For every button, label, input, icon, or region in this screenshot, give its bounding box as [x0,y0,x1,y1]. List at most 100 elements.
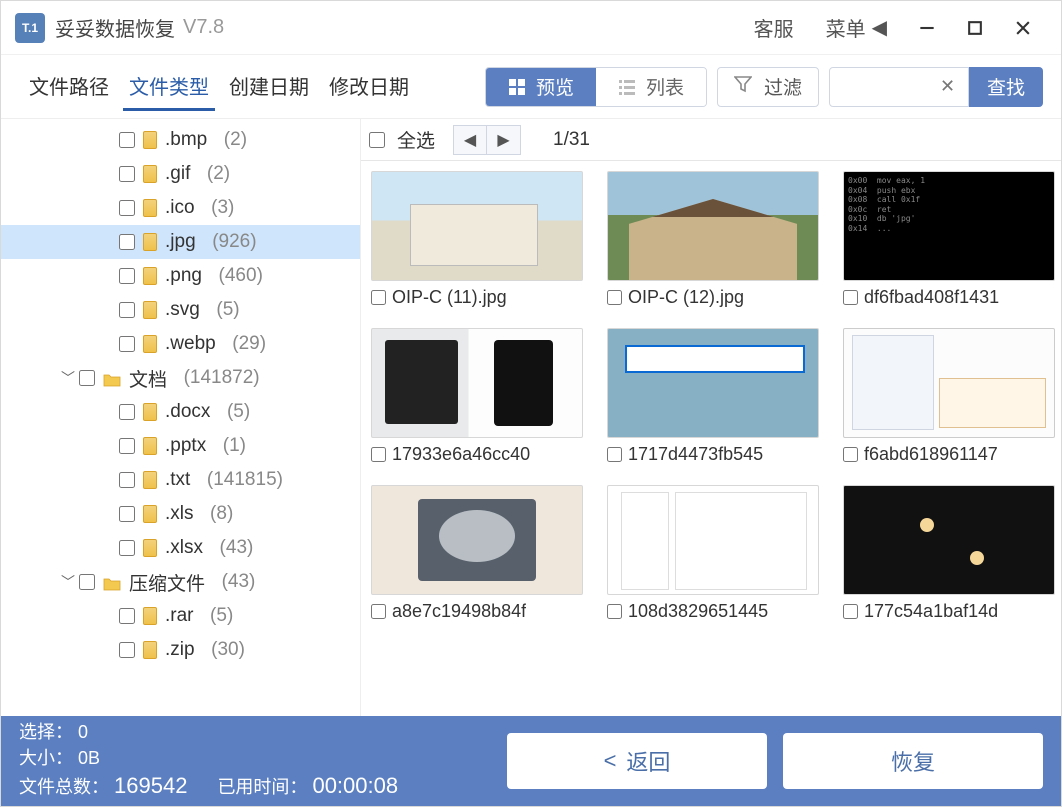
file-card[interactable]: 177c54a1baf14d [843,485,1055,622]
tree-checkbox[interactable] [119,268,135,284]
tree-checkbox[interactable] [119,506,135,522]
thumbnail[interactable] [371,328,583,438]
thumbnail[interactable] [607,171,819,281]
page-next-button[interactable]: ▶ [487,125,521,155]
tree-count: (5) [206,299,240,321]
elapsed-value: 00:00:08 [312,773,398,798]
file-checkbox[interactable] [843,290,858,305]
search-input[interactable] [838,78,938,96]
file-checkbox[interactable] [607,447,622,462]
tree-checkbox[interactable] [79,574,95,590]
file-card[interactable]: 1717d4473fb545 [607,328,819,465]
tree-folder[interactable]: ﹀文档 (141872) [1,361,360,395]
tab-modified-date[interactable]: 修改日期 [323,63,415,111]
app-logo: T.1 [15,13,45,43]
thumbnail[interactable] [371,485,583,595]
tree-item[interactable]: .rar (5) [1,599,360,633]
file-icon [143,165,157,183]
tree-checkbox[interactable] [119,642,135,658]
tree-checkbox[interactable] [79,370,95,386]
file-card[interactable]: 17933e6a46cc40 [371,328,583,465]
tree-item[interactable]: .svg (5) [1,293,360,327]
support-button[interactable]: 客服 [738,13,810,42]
page-indicator: 1/31 [553,129,590,151]
clear-search-icon[interactable]: ✕ [938,76,957,97]
chevron-down-icon[interactable]: ﹀ [61,368,79,388]
chevron-down-icon[interactable]: ﹀ [61,572,79,592]
tree-checkbox[interactable] [119,540,135,556]
tree-item[interactable]: .png (460) [1,259,360,293]
tree-checkbox[interactable] [119,234,135,250]
close-button[interactable] [999,8,1047,48]
tab-created-date[interactable]: 创建日期 [223,63,315,111]
tree-checkbox[interactable] [119,438,135,454]
thumbnail[interactable]: 0x00 mov eax, 1 0x04 push ebx 0x08 call … [843,171,1055,281]
view-list-button[interactable]: 列表 [596,68,706,106]
tree-item[interactable]: .gif (2) [1,157,360,191]
tree-checkbox[interactable] [119,404,135,420]
tree-item[interactable]: .xlsx (43) [1,531,360,565]
file-card[interactable]: a8e7c19498b84f [371,485,583,622]
search-button[interactable]: 查找 [969,67,1043,107]
tree-item[interactable]: .jpg (926) [1,225,360,259]
thumbnail[interactable] [607,485,819,595]
tree-checkbox[interactable] [119,608,135,624]
titlebar: T.1 妥妥数据恢复 V7.8 客服 菜单 ◀ [1,1,1061,55]
view-preview-label: 预览 [536,73,574,100]
total-label: 文件总数： [19,777,109,797]
filter-button[interactable]: 过滤 [717,67,819,107]
funnel-icon [734,75,752,99]
file-checkbox[interactable] [843,447,858,462]
tab-file-path[interactable]: 文件路径 [23,63,115,111]
tree-checkbox[interactable] [119,302,135,318]
file-checkbox[interactable] [371,447,386,462]
file-card[interactable]: OIP-C (12).jpg [607,171,819,308]
file-card[interactable]: OIP-C (11).jpg [371,171,583,308]
thumbnail[interactable] [843,485,1055,595]
menu-button[interactable]: 菜单 ◀ [810,13,903,42]
list-header: 全选 ◀ ▶ 1/31 [361,119,1061,161]
tree-label: .svg [165,299,200,321]
file-checkbox[interactable] [371,290,386,305]
maximize-button[interactable] [951,8,999,48]
recover-button[interactable]: 恢复 [783,733,1043,789]
minimize-button[interactable] [903,8,951,48]
tree-checkbox[interactable] [119,166,135,182]
tree-item[interactable]: .txt (141815) [1,463,360,497]
tree-item[interactable]: .webp (29) [1,327,360,361]
select-all-checkbox[interactable] [369,132,385,148]
size-value: 0B [78,748,100,768]
file-card[interactable]: 0x00 mov eax, 1 0x04 push ebx 0x08 call … [843,171,1055,308]
tree-item[interactable]: .ico (3) [1,191,360,225]
tree-item[interactable]: .xls (8) [1,497,360,531]
tree-item[interactable]: .zip (30) [1,633,360,667]
sidebar-tree[interactable]: .bmp (2).gif (2).ico (3).jpg (926).png (… [1,119,361,716]
file-name: df6fbad408f1431 [864,287,999,308]
file-card[interactable]: f6abd618961147 [843,328,1055,465]
thumbnail[interactable] [843,328,1055,438]
back-button[interactable]: < 返回 [507,733,767,789]
thumbnail[interactable] [607,328,819,438]
file-checkbox[interactable] [607,604,622,619]
tree-checkbox[interactable] [119,132,135,148]
tree-checkbox[interactable] [119,336,135,352]
tab-file-type[interactable]: 文件类型 [123,63,215,111]
file-checkbox[interactable] [607,290,622,305]
file-card[interactable]: 108d3829651445 [607,485,819,622]
view-preview-button[interactable]: 预览 [486,68,596,106]
page-prev-button[interactable]: ◀ [453,125,487,155]
tree-count: (29) [222,333,266,355]
tree-label: .jpg [165,231,196,253]
tree-item[interactable]: .bmp (2) [1,123,360,157]
tree-checkbox[interactable] [119,472,135,488]
tree-folder[interactable]: ﹀压缩文件 (43) [1,565,360,599]
file-checkbox[interactable] [371,604,386,619]
file-icon [143,131,157,149]
thumbnail-grid[interactable]: OIP-C (11).jpgOIP-C (12).jpg0x00 mov eax… [361,161,1061,716]
file-icon [143,505,157,523]
file-checkbox[interactable] [843,604,858,619]
tree-item[interactable]: .docx (5) [1,395,360,429]
tree-item[interactable]: .pptx (1) [1,429,360,463]
thumbnail[interactable] [371,171,583,281]
tree-checkbox[interactable] [119,200,135,216]
